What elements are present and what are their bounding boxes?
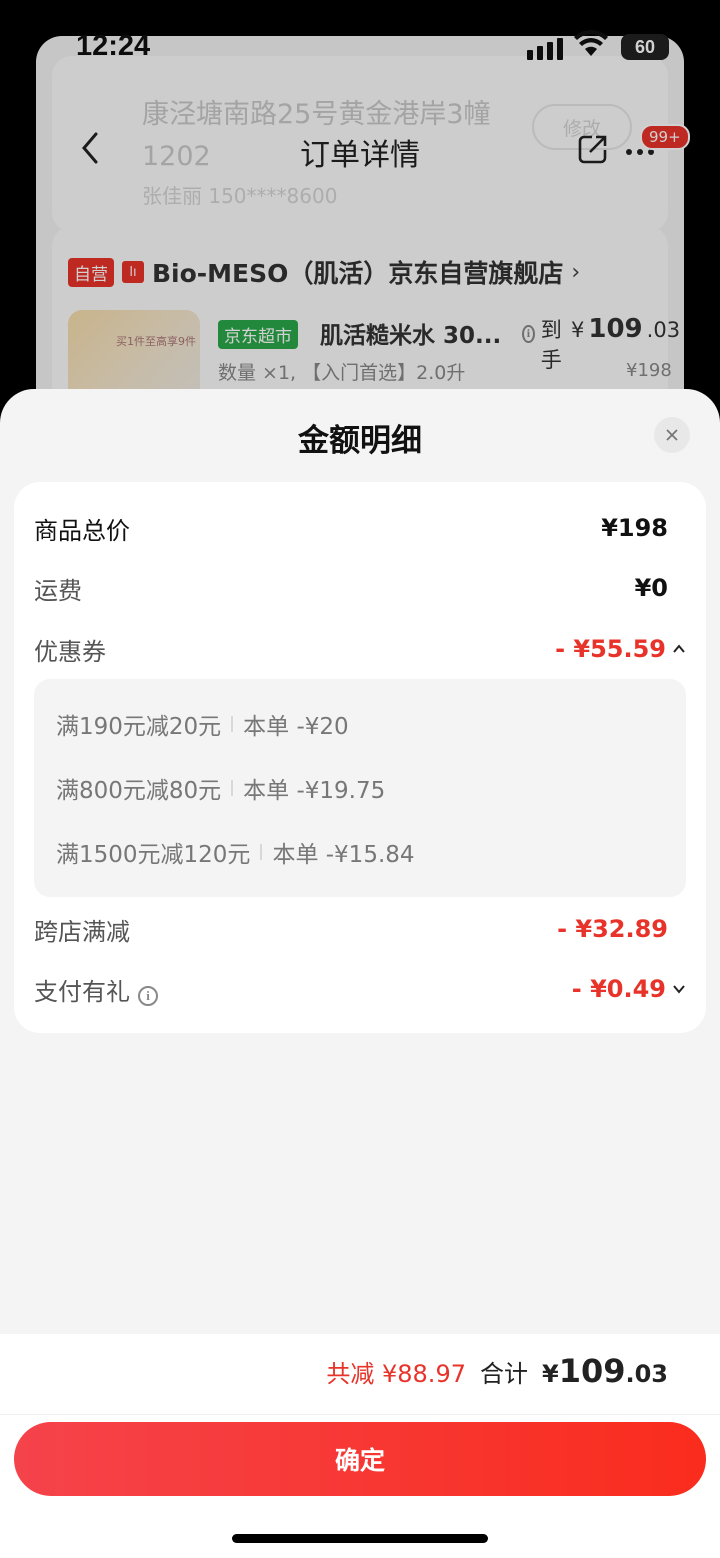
coupon-rule: 满800元减80元	[56, 778, 222, 804]
payment-gift-label-wrap: 支付有礼 i	[34, 972, 158, 1007]
battery-icon: 60	[621, 34, 669, 60]
original-price: ¥198	[626, 360, 672, 381]
row-shipping: 运费 ¥0	[34, 566, 686, 610]
divider	[231, 716, 234, 732]
payment-gift-label: 支付有礼	[34, 977, 130, 1006]
total-amount: ¥109.03	[542, 1352, 668, 1390]
sheet-footer: 共减 ¥88.97 合计 ¥109.03 确定	[0, 1334, 720, 1558]
price-dec: .03	[646, 318, 681, 342]
coupon-item: 满800元减80元 本单 -¥19.75	[56, 771, 385, 805]
chevron-down-icon[interactable]	[672, 982, 686, 996]
sheet-title: 金额明细	[298, 423, 422, 459]
payment-gift-value-wrap: - ¥0.49	[572, 975, 686, 1003]
divider	[260, 844, 263, 860]
quantity-spec[interactable]: 数量 ×1, 【入门首选】2.0升	[218, 358, 465, 385]
store-logo-icon: lı	[122, 261, 144, 283]
goods-total-label: 商品总价	[34, 516, 130, 545]
price-int: 109	[588, 314, 643, 344]
coupon-amount: 本单 -¥20	[243, 714, 349, 740]
status-time: 12:24	[76, 30, 151, 62]
coupon-value-wrap: - ¥55.59	[555, 635, 686, 663]
notification-badge: 99+	[640, 124, 690, 150]
total-currency: ¥	[541, 1360, 559, 1388]
divider	[231, 780, 234, 796]
close-button[interactable]	[654, 417, 690, 453]
divider	[0, 1414, 720, 1415]
info-icon[interactable]: i	[522, 324, 535, 343]
total-summary: 共减 ¥88.97 合计 ¥109.03	[326, 1352, 668, 1390]
coupon-item: 满1500元减120元 本单 -¥15.84	[56, 835, 415, 869]
coupon-amount: 本单 -¥19.75	[243, 778, 386, 804]
coupon-label: 优惠券	[34, 637, 106, 666]
coupon-breakdown: 满190元减20元 本单 -¥20 满800元减80元 本单 -¥19.75 满…	[34, 679, 686, 897]
coupon-rule: 满190元减20元	[56, 714, 222, 740]
amount-detail-sheet: 金额明细 商品总价 ¥198 运费 ¥0 优惠券 - ¥55.59 满190元减…	[0, 389, 720, 1558]
row-cross-store: 跨店满减 - ¥32.89	[34, 907, 686, 951]
share-icon[interactable]	[576, 132, 610, 166]
shipping-label: 运费	[34, 576, 82, 605]
home-indicator[interactable]	[232, 1534, 488, 1543]
coupon-item: 满190元减20元 本单 -¥20	[56, 707, 349, 741]
total-dec: .03	[625, 1360, 668, 1388]
shipping-value: ¥0	[634, 574, 668, 602]
close-icon	[666, 429, 678, 441]
chevron-up-icon[interactable]	[672, 642, 686, 656]
coupon-rule: 满1500元减120元	[56, 842, 251, 868]
wifi-icon	[574, 30, 608, 56]
status-bar: 12:24 60	[0, 0, 720, 90]
product-image-promo: 买1件至高享9件	[116, 335, 196, 348]
cross-store-value: - ¥32.89	[557, 915, 668, 943]
amount-detail-card: 商品总价 ¥198 运费 ¥0 优惠券 - ¥55.59 满190元减20元 本…	[14, 482, 706, 1033]
info-icon[interactable]: i	[138, 985, 158, 1006]
row-coupon[interactable]: 优惠券 - ¥55.59	[34, 627, 686, 671]
price-prefix: 到手	[540, 318, 562, 372]
self-operated-tag: 自营	[68, 257, 114, 287]
payment-gift-value: - ¥0.49	[571, 975, 666, 1003]
navigation-bar: 订单详情 99+	[36, 110, 690, 190]
total-int: 109	[558, 1352, 626, 1390]
store-name: Bio-MESO（肌活）京东自营旗舰店	[152, 259, 564, 288]
goods-total-value: ¥198	[601, 514, 668, 542]
chevron-right-icon: ›	[571, 259, 581, 285]
coupon-value: - ¥55.59	[555, 635, 666, 663]
price-currency: ¥	[571, 318, 585, 342]
background-page: 康泾塘南路25号黄金港岸3幢1202 张佳丽 150****8600 修改 自营…	[36, 36, 684, 416]
signal-icon	[527, 38, 563, 60]
jd-supermarket-tag: 京东超市	[218, 320, 298, 349]
confirm-button[interactable]: 确定	[14, 1422, 706, 1496]
store-card: 自营 lı Bio-MESO（肌活）京东自营旗舰店 › 买1件至高享9件 京东超…	[52, 226, 680, 416]
store-header[interactable]: 自营 lı Bio-MESO（肌活）京东自营旗舰店 ›	[68, 254, 580, 290]
total-label: 合计	[479, 1360, 528, 1388]
row-payment-gift[interactable]: 支付有礼 i - ¥0.49	[34, 967, 686, 1011]
cross-store-label: 跨店满减	[34, 917, 130, 946]
row-goods-total: 商品总价 ¥198	[34, 506, 686, 550]
product-name[interactable]: 肌活糙米水 30...	[320, 316, 501, 350]
total-saved: 共减 ¥88.97	[326, 1360, 466, 1388]
coupon-amount: 本单 -¥15.84	[272, 842, 415, 868]
